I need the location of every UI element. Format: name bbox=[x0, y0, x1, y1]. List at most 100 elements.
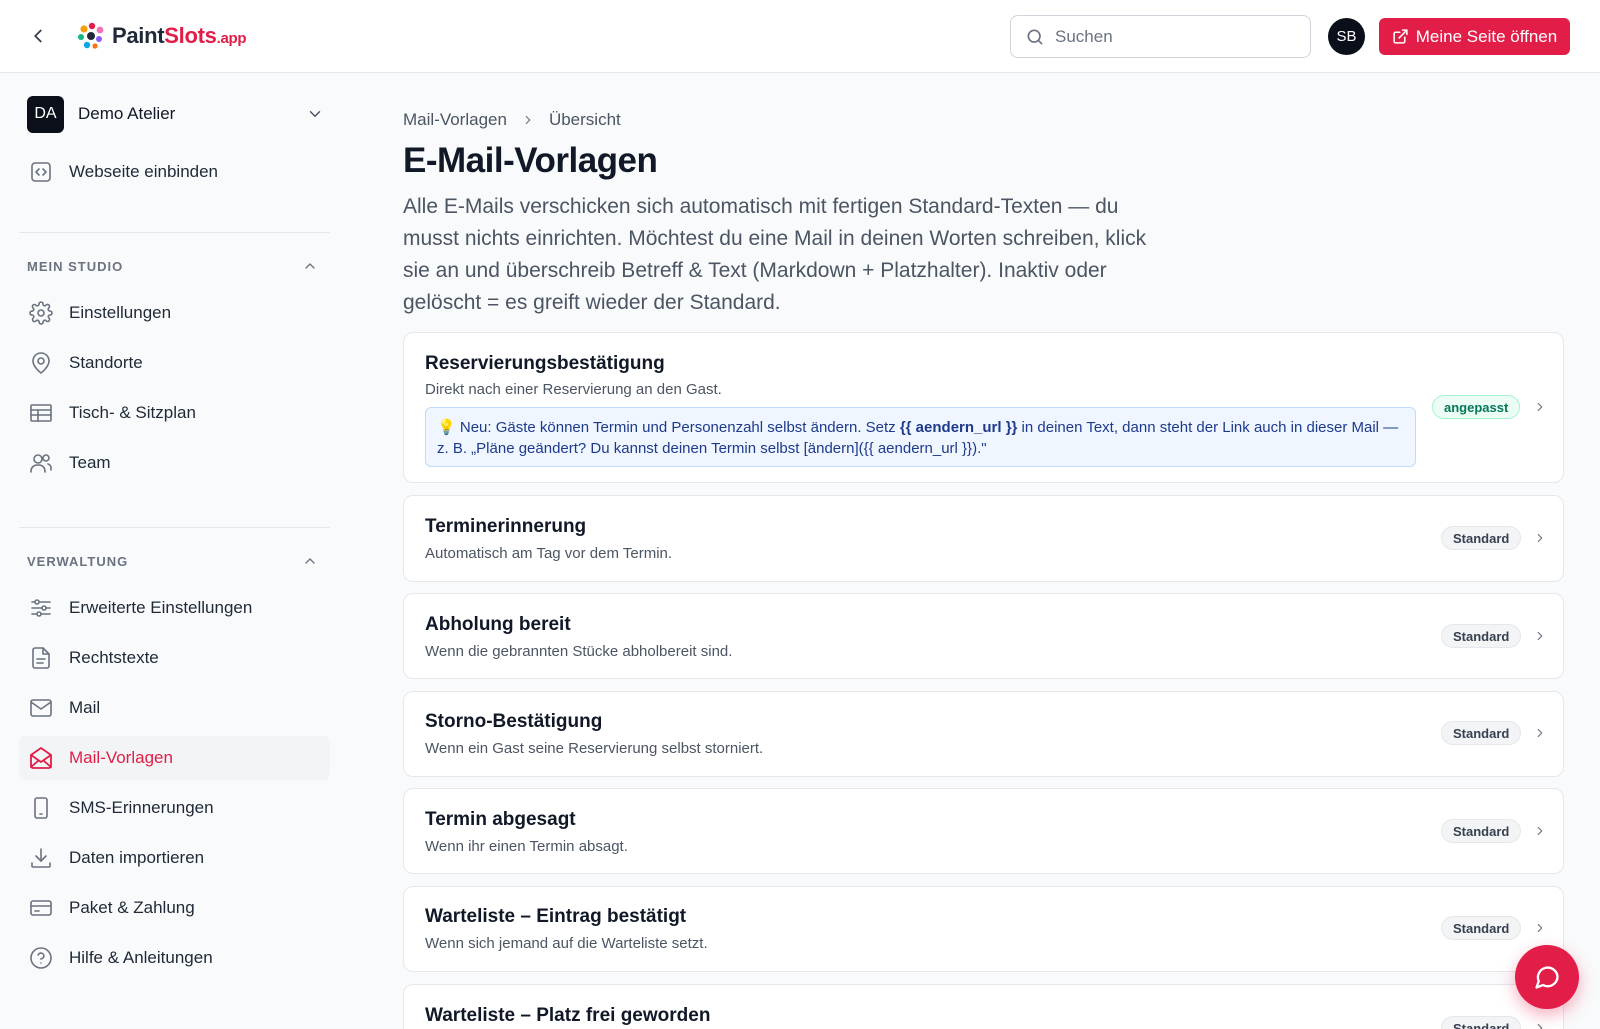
credit-card-icon bbox=[29, 896, 53, 920]
app-logo[interactable]: PaintSlots.app bbox=[76, 20, 247, 52]
sidebar-item-standorte[interactable]: Standorte bbox=[19, 341, 330, 385]
template-card-abholung-bereit[interactable]: Abholung bereit Wenn die gebrannten Stüc… bbox=[403, 593, 1564, 679]
chevron-up-icon[interactable] bbox=[300, 256, 320, 276]
status-badge: Standard bbox=[1441, 819, 1522, 843]
status-badge: Standard bbox=[1441, 1016, 1522, 1029]
sidebar-divider bbox=[19, 527, 330, 528]
phone-icon bbox=[29, 796, 53, 820]
sidebar-item-paket-zahlung[interactable]: Paket & Zahlung bbox=[19, 886, 330, 930]
breadcrumb-item-uebersicht: Übersicht bbox=[548, 110, 621, 129]
section-title-verwaltung: VERWALTUNG bbox=[27, 554, 129, 569]
sidebar-item-einstellungen[interactable]: Einstellungen bbox=[19, 291, 330, 335]
workspace-badge: DA bbox=[27, 95, 64, 133]
template-card-reservierungsbestaetigung[interactable]: Reservierungsbestätigung Direkt nach ein… bbox=[403, 332, 1564, 483]
sidebar-divider bbox=[19, 232, 330, 233]
template-title: Reservierungsbestätigung bbox=[425, 353, 665, 374]
template-title: Warteliste – Platz frei geworden bbox=[425, 1005, 711, 1026]
chevron-right-icon bbox=[1532, 1020, 1548, 1029]
status-badge: Standard bbox=[1441, 721, 1522, 745]
external-link-icon bbox=[1393, 29, 1408, 44]
template-description: Automatisch am Tag vor dem Termin. bbox=[425, 545, 673, 562]
user-avatar[interactable]: SB bbox=[1328, 18, 1365, 55]
chevron-right-icon bbox=[1532, 725, 1548, 741]
template-card-warteliste-platz-frei[interactable]: Warteliste – Platz frei geworden Standar… bbox=[403, 984, 1564, 1029]
sidebar-item-mail-vorlagen[interactable]: Mail-Vorlagen bbox=[19, 736, 330, 780]
chevron-right-icon bbox=[1532, 823, 1548, 839]
note-text: Neu: Gäste können Termin und Personenzah… bbox=[455, 419, 900, 436]
workspace-switcher[interactable]: DA Demo Atelier bbox=[27, 95, 337, 133]
sidebar-item-team[interactable]: Team bbox=[19, 441, 330, 485]
back-button[interactable] bbox=[26, 24, 50, 48]
template-description: Wenn die gebrannten Stücke abholbereit s… bbox=[425, 643, 733, 660]
sidebar-item-webseite-einbinden[interactable]: Webseite einbinden bbox=[19, 150, 330, 194]
users-icon bbox=[29, 451, 53, 475]
lightbulb-icon: 💡 bbox=[437, 419, 456, 436]
template-title: Termin abgesagt bbox=[425, 809, 576, 830]
chevron-right-icon bbox=[521, 113, 535, 127]
mail-open-icon bbox=[29, 746, 53, 770]
palette-logo-icon bbox=[78, 22, 104, 49]
template-description: Direkt nach einer Reservierung an den Ga… bbox=[425, 381, 722, 398]
sidebar-item-label: SMS-Erinnerungen bbox=[69, 798, 214, 817]
search-input[interactable] bbox=[1055, 26, 1295, 47]
template-card-terminerinnerung[interactable]: Terminerinnerung Automatisch am Tag vor … bbox=[403, 495, 1564, 582]
note-placeholder-code: {{ aendern_url }} bbox=[899, 419, 1018, 436]
template-title: Warteliste – Eintrag bestätigt bbox=[425, 906, 687, 927]
workspace-name: Demo Atelier bbox=[78, 104, 176, 123]
open-my-page-label: Meine Seite öffnen bbox=[1415, 26, 1558, 46]
template-description: Wenn ein Gast seine Reservierung selbst … bbox=[425, 740, 764, 757]
page-intro: Alle E-Mails verschicken sich automatisc… bbox=[403, 195, 1147, 314]
mail-icon bbox=[29, 696, 53, 720]
sidebar-item-label: Team bbox=[69, 453, 111, 472]
status-badge: Standard bbox=[1441, 916, 1522, 940]
sidebar-item-label: Rechtstexte bbox=[69, 648, 159, 667]
sidebar-item-label: Webseite einbinden bbox=[69, 162, 219, 181]
chat-button[interactable] bbox=[1515, 945, 1579, 1009]
sliders-icon bbox=[29, 596, 53, 620]
sidebar-item-tisch-sitzplan[interactable]: Tisch- & Sitzplan bbox=[19, 391, 330, 435]
chevron-up-icon[interactable] bbox=[300, 551, 320, 571]
template-card-warteliste-eintrag[interactable]: Warteliste – Eintrag bestätigt Wenn sich… bbox=[403, 886, 1564, 972]
template-title: Terminerinnerung bbox=[425, 516, 587, 537]
status-badge: angepasst bbox=[1432, 395, 1521, 419]
sidebar-item-sms-erinnerungen[interactable]: SMS-Erinnerungen bbox=[19, 786, 330, 830]
sidebar-item-label: Einstellungen bbox=[69, 303, 172, 322]
sidebar-item-erweiterte-einstellungen[interactable]: Erweiterte Einstellungen bbox=[19, 586, 330, 630]
chevron-right-icon bbox=[1532, 628, 1548, 644]
download-icon bbox=[29, 846, 53, 870]
chevron-right-icon bbox=[1532, 399, 1548, 415]
sidebar-item-label: Standorte bbox=[69, 353, 143, 372]
search-icon bbox=[1027, 29, 1043, 45]
status-badge: Standard bbox=[1441, 624, 1522, 648]
breadcrumb-item-mail-vorlagen[interactable]: Mail-Vorlagen bbox=[403, 110, 507, 130]
sidebar-item-label: Daten importieren bbox=[69, 848, 205, 867]
sidebar-item-daten-importieren[interactable]: Daten importieren bbox=[19, 836, 330, 880]
sidebar-item-label: Tisch- & Sitzplan bbox=[69, 403, 196, 422]
sidebar-item-label: Paket & Zahlung bbox=[69, 898, 195, 917]
sidebar-item-label: Mail bbox=[69, 698, 101, 717]
status-badge: Standard bbox=[1441, 526, 1522, 550]
sidebar-item-hilfe-anleitungen[interactable]: Hilfe & Anleitungen bbox=[19, 936, 330, 980]
gear-icon bbox=[29, 301, 53, 325]
template-info-note: 💡 Neu: Gäste können Termin und Personenz… bbox=[425, 407, 1416, 467]
chevron-down-icon bbox=[305, 104, 325, 124]
open-my-page-button[interactable]: Meine Seite öffnen bbox=[1379, 18, 1570, 55]
page-title: E-Mail-Vorlagen bbox=[403, 141, 658, 180]
document-icon bbox=[29, 646, 53, 670]
sidebar: DA Demo Atelier Webseite einbinden MEIN … bbox=[0, 73, 350, 1029]
template-description: Wenn ihr einen Termin absagt. bbox=[425, 838, 628, 855]
code-icon bbox=[29, 160, 53, 184]
chevron-right-icon bbox=[1532, 920, 1548, 936]
template-title: Storno-Bestätigung bbox=[425, 711, 603, 732]
sidebar-item-label: Hilfe & Anleitungen bbox=[69, 948, 213, 967]
logo-text: PaintSlots.app bbox=[112, 23, 247, 48]
chevron-left-icon bbox=[34, 29, 42, 43]
chat-bubble-icon bbox=[1535, 966, 1559, 989]
sidebar-item-rechtstexte[interactable]: Rechtstexte bbox=[19, 636, 330, 680]
chevron-right-icon bbox=[1532, 530, 1548, 546]
top-bar: PaintSlots.app SB Meine Seite öffnen bbox=[0, 0, 1600, 73]
template-card-termin-abgesagt[interactable]: Termin abgesagt Wenn ihr einen Termin ab… bbox=[403, 788, 1564, 874]
search-box[interactable] bbox=[1010, 15, 1311, 58]
sidebar-item-mail[interactable]: Mail bbox=[19, 686, 330, 730]
template-card-storno-bestaetigung[interactable]: Storno-Bestätigung Wenn ein Gast seine R… bbox=[403, 691, 1564, 777]
